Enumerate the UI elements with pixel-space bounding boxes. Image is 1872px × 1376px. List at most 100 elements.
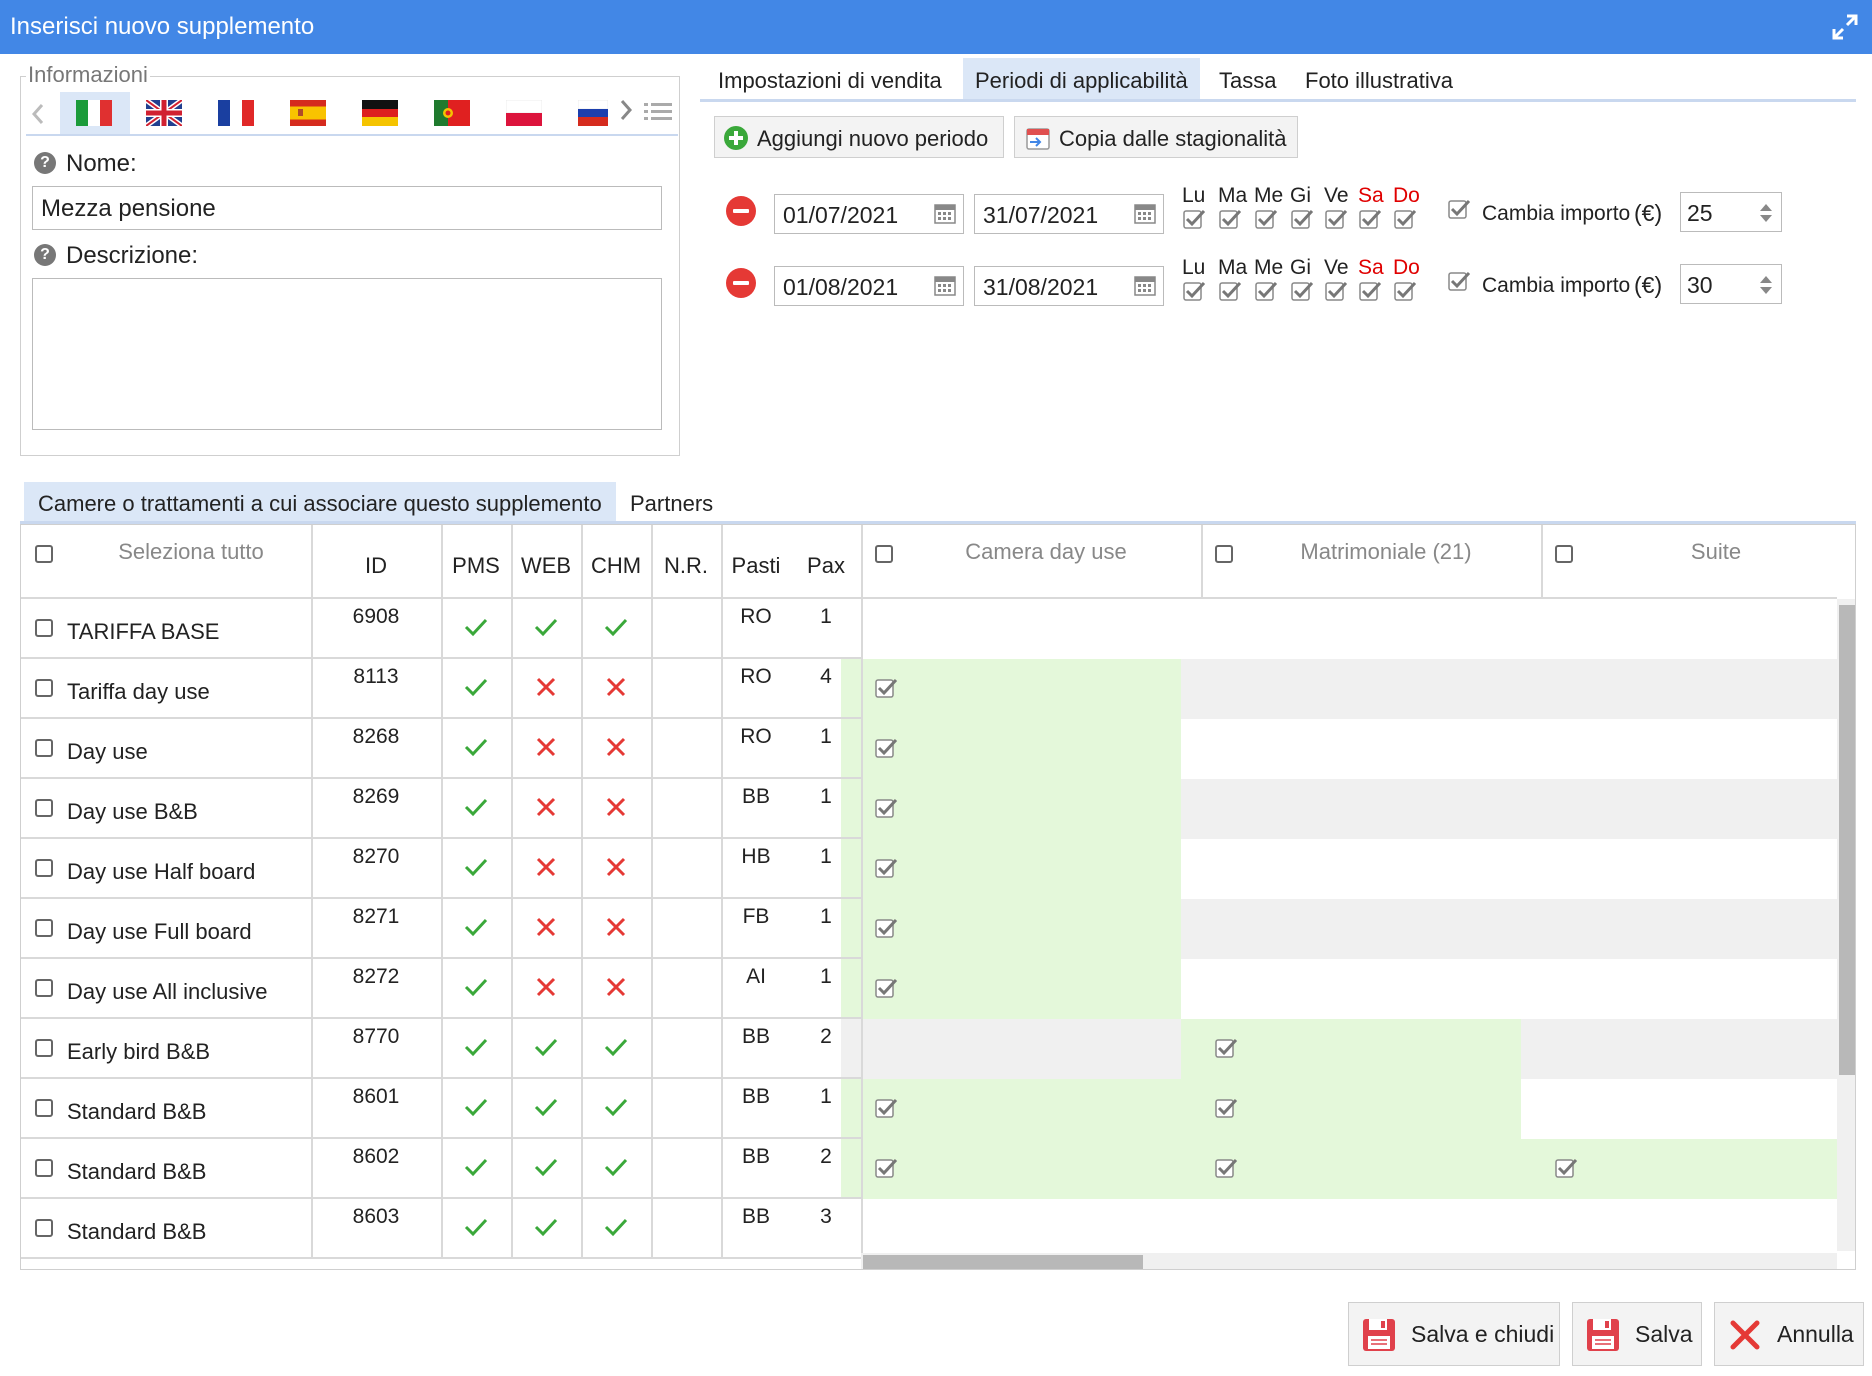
remove-period-button[interactable] — [726, 196, 756, 226]
select-all-checkbox[interactable] — [35, 545, 53, 563]
horizontal-scroll-thumb[interactable] — [863, 1255, 1143, 1269]
room-assign-checkbox[interactable] — [1215, 1037, 1237, 1059]
period-from-date[interactable]: 01/08/2021 — [774, 266, 964, 306]
day-checkbox-gi[interactable] — [1291, 208, 1313, 230]
cross-icon — [536, 797, 556, 817]
period-to-date[interactable]: 31/08/2021 — [974, 266, 1164, 306]
row-checkbox[interactable] — [35, 859, 53, 877]
row-checkbox[interactable] — [35, 619, 53, 637]
tab-partners[interactable]: Partners — [616, 482, 727, 522]
row-checkbox[interactable] — [35, 739, 53, 757]
room-assign-checkbox[interactable] — [1555, 1157, 1577, 1179]
change-amount-checkbox[interactable] — [1448, 198, 1470, 220]
flag-pt-icon[interactable] — [434, 100, 470, 126]
room-assign-checkbox[interactable] — [875, 737, 897, 759]
day-checkbox-sa[interactable] — [1359, 208, 1381, 230]
flag-fr-icon[interactable] — [218, 100, 254, 126]
room-column-checkbox[interactable] — [1215, 545, 1233, 563]
vertical-scroll-thumb[interactable] — [1839, 605, 1855, 1075]
period-to-date[interactable]: 31/07/2021 — [974, 194, 1164, 234]
row-checkbox[interactable] — [35, 799, 53, 817]
chevron-right-icon[interactable] — [618, 98, 634, 122]
rate-pax: 2 — [820, 1145, 832, 1168]
room-assign-checkbox[interactable] — [875, 797, 897, 819]
remove-period-button[interactable] — [726, 268, 756, 298]
day-checkbox-lu[interactable] — [1183, 208, 1205, 230]
flag-es-icon[interactable] — [290, 100, 326, 126]
rate-pax: 1 — [820, 605, 832, 628]
room-assign-checkbox[interactable] — [875, 917, 897, 939]
day-checkbox-lu[interactable] — [1183, 280, 1205, 302]
language-bar — [26, 92, 678, 136]
day-checkbox-do[interactable] — [1394, 208, 1416, 230]
description-help-icon[interactable]: ? — [34, 244, 56, 266]
day-checkbox-ma[interactable] — [1219, 208, 1241, 230]
spinner-icon[interactable] — [1759, 201, 1773, 225]
day-label-me: Me — [1254, 256, 1284, 279]
row-checkbox[interactable] — [35, 1159, 53, 1177]
day-checkbox-ma[interactable] — [1219, 280, 1241, 302]
calendar-copy-icon — [1026, 128, 1050, 150]
room-column-checkbox[interactable] — [875, 545, 893, 563]
rate-id: 8603 — [352, 1205, 400, 1228]
room-assign-checkbox[interactable] — [875, 977, 897, 999]
row-checkbox[interactable] — [35, 979, 53, 997]
description-textarea[interactable] — [32, 278, 662, 430]
day-checkbox-me[interactable] — [1255, 208, 1277, 230]
rate-name: TARIFFA BASE — [67, 619, 220, 644]
amount-input[interactable]: 30 — [1680, 264, 1782, 304]
row-checkbox[interactable] — [35, 1099, 53, 1117]
rate-id: 8601 — [352, 1085, 400, 1108]
day-checkbox-do[interactable] — [1394, 280, 1416, 302]
chevron-left-icon[interactable] — [30, 102, 46, 126]
description-label: Descrizione: — [66, 242, 199, 269]
day-checkbox-gi[interactable] — [1291, 280, 1313, 302]
row-checkbox[interactable] — [35, 919, 53, 937]
row-checkbox[interactable] — [35, 1039, 53, 1057]
flag-en-icon[interactable] — [146, 100, 182, 126]
room-assign-checkbox[interactable] — [875, 677, 897, 699]
save-close-button[interactable]: Salva e chiudi — [1348, 1302, 1560, 1366]
room-column-checkbox[interactable] — [1555, 545, 1573, 563]
amount-input[interactable]: 25 — [1680, 192, 1782, 232]
day-checkbox-me[interactable] — [1255, 280, 1277, 302]
row-checkbox[interactable] — [35, 1219, 53, 1237]
period-from-date[interactable]: 01/07/2021 — [774, 194, 964, 234]
tab-periodi-applicabilita[interactable]: Periodi di applicabilità — [963, 58, 1200, 100]
day-checkbox-ve[interactable] — [1325, 280, 1347, 302]
expand-icon[interactable] — [1830, 12, 1860, 42]
room-assign-checkbox[interactable] — [1215, 1097, 1237, 1119]
rate-name: Day use Half board — [67, 859, 256, 884]
tab-impostazioni-vendita[interactable]: Impostazioni di vendita — [706, 58, 954, 100]
day-checkbox-ve[interactable] — [1325, 208, 1347, 230]
row-checkbox[interactable] — [35, 679, 53, 697]
calendar-icon[interactable] — [1133, 273, 1157, 297]
change-amount-checkbox[interactable] — [1448, 270, 1470, 292]
name-help-icon[interactable]: ? — [34, 152, 56, 174]
rate-name: Day use All inclusive — [67, 979, 268, 1004]
flag-pl-icon[interactable] — [506, 100, 542, 126]
room-assign-checkbox[interactable] — [1215, 1157, 1237, 1179]
calendar-icon[interactable] — [933, 201, 957, 225]
calendar-icon[interactable] — [1133, 201, 1157, 225]
day-checkbox-sa[interactable] — [1359, 280, 1381, 302]
name-input[interactable]: Mezza pensione — [32, 186, 662, 230]
tab-camere-trattamenti[interactable]: Camere o trattamenti a cui associare que… — [24, 482, 616, 522]
day-label-gi: Gi — [1290, 184, 1311, 207]
grid-vline — [581, 525, 583, 1259]
flag-ru-icon[interactable] — [578, 100, 608, 126]
calendar-icon[interactable] — [933, 273, 957, 297]
tab-foto-illustrativa[interactable]: Foto illustrativa — [1293, 58, 1465, 100]
tab-tassa[interactable]: Tassa — [1207, 58, 1288, 100]
cancel-button[interactable]: Annulla — [1714, 1302, 1864, 1366]
day-label-lu: Lu — [1182, 184, 1206, 207]
list-icon[interactable] — [644, 100, 672, 124]
flag-de-icon[interactable] — [362, 100, 398, 126]
save-button[interactable]: Salva — [1572, 1302, 1702, 1366]
room-assign-checkbox[interactable] — [875, 1097, 897, 1119]
add-period-button[interactable]: Aggiungi nuovo periodo — [714, 116, 1004, 158]
room-assign-checkbox[interactable] — [875, 857, 897, 879]
room-assign-checkbox[interactable] — [875, 1157, 897, 1179]
spinner-icon[interactable] — [1759, 273, 1773, 297]
copy-seasons-button[interactable]: Copia dalle stagionalità — [1014, 116, 1298, 158]
